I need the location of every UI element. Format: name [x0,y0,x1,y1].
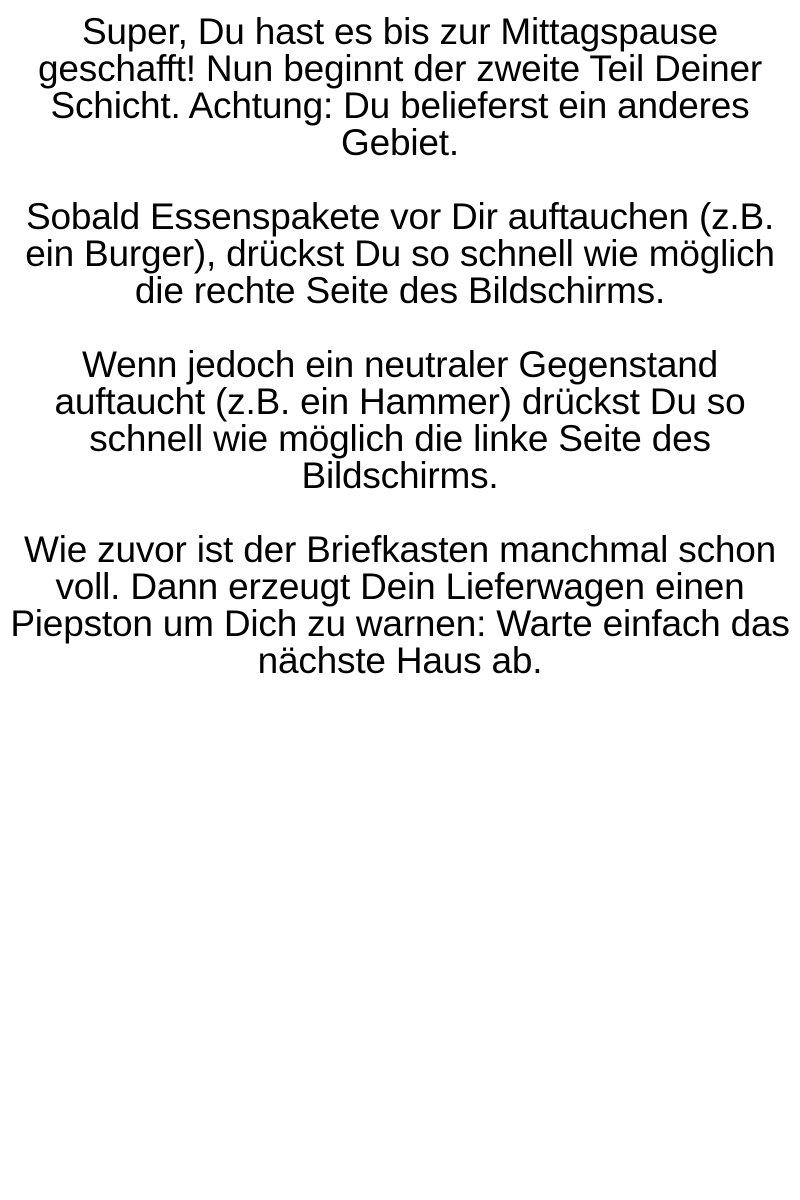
instruction-paragraph-food-items: Sobald Essenspakete vor Dir auftauchen (… [25,196,775,311]
instruction-paragraph-neutral-items: Wenn jedoch ein neutraler Gegenstand auf… [54,344,746,496]
instruction-paragraph-mailbox-full: Wie zuvor ist der Briefkasten manchmal s… [10,529,790,681]
instructions-text: Super, Du hast es bis zur Mittagspause g… [0,13,800,716]
instruction-paragraph-intro: Super, Du hast es bis zur Mittagspause g… [38,11,762,163]
